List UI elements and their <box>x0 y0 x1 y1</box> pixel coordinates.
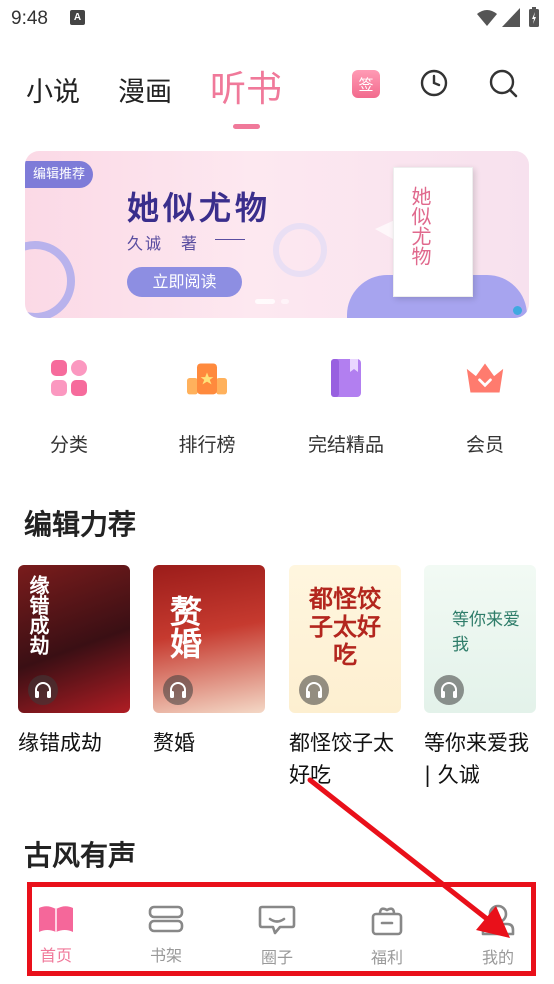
audio-badge <box>28 675 58 705</box>
book-cover-title: 都怪饺子太好吃 <box>309 584 381 669</box>
carousel-dots[interactable] <box>255 299 295 304</box>
wifi-icon <box>477 10 497 26</box>
annotation-arrow-icon <box>307 777 510 938</box>
book-title[interactable]: 赘婚 <box>153 727 265 759</box>
audio-badge <box>299 675 329 705</box>
banner-decoration <box>273 223 327 277</box>
notification-icon: A <box>70 10 85 25</box>
banner-decoration <box>25 241 75 318</box>
book-item[interactable]: 赘婚 赘婚 <box>153 565 265 759</box>
quick-link-label: 完结精品 <box>307 434 384 456</box>
category-icon <box>51 360 87 396</box>
editor-pick-badge: 编辑推荐 <box>25 161 94 188</box>
status-bar: 9:48 A <box>0 0 554 38</box>
crown-icon <box>466 363 504 393</box>
headphone-icon <box>306 682 322 698</box>
book-cover-title: 等你来爱我 <box>452 610 520 655</box>
book-title[interactable]: 缘错成劫 <box>18 727 130 759</box>
read-now-button[interactable]: 立即阅读 <box>127 267 242 297</box>
audio-badge <box>163 675 193 705</box>
quick-link-completed[interactable]: 完结精品 <box>291 358 401 457</box>
tab-audiobook[interactable]: 听书 <box>210 60 282 112</box>
banner-title: 她似尤物 <box>127 189 272 227</box>
audio-badge <box>434 675 464 705</box>
book-cover[interactable]: 缘错成劫 <box>18 565 130 713</box>
book-cover-title: 赘婚 <box>165 595 203 659</box>
section-title-recommend: 编辑力荐 <box>24 508 137 541</box>
signal-icon <box>502 8 520 27</box>
banner-author: 久诚 著 <box>127 234 200 253</box>
book-cover[interactable]: 都怪饺子太好吃 <box>289 565 401 713</box>
banner-divider <box>215 239 245 240</box>
banner-cover-title: 她似尤物 <box>408 186 432 266</box>
tab-comic[interactable]: 漫画 <box>118 70 172 109</box>
quick-link-ranking[interactable]: 排行榜 <box>152 358 262 457</box>
banner-book-cover: 她似尤物 <box>393 167 473 297</box>
book-cover[interactable]: 等你来爱我 <box>424 565 536 713</box>
featured-banner[interactable]: 编辑推荐 她似尤物 久诚 著 立即阅读 她似尤物 <box>25 151 529 318</box>
book-icon <box>331 359 361 397</box>
book-item[interactable]: 缘错成劫 缘错成劫 <box>18 565 130 759</box>
headphone-icon <box>170 682 186 698</box>
battery-icon <box>529 7 539 27</box>
book-cover[interactable]: 赘婚 <box>153 565 265 713</box>
headphone-icon <box>35 682 51 698</box>
clock-icon[interactable] <box>420 69 448 97</box>
quick-link-label: 分类 <box>49 434 88 456</box>
book-item[interactable]: 都怪饺子太好吃 都怪饺子太好吃 <box>289 565 401 791</box>
book-item[interactable]: 等你来爱我 等你来爱我 | 久诚 <box>424 565 536 791</box>
headphone-icon <box>441 682 457 698</box>
quick-link-category[interactable]: 分类 <box>14 358 124 457</box>
ranking-icon <box>187 363 227 395</box>
banner-decoration <box>513 306 522 315</box>
checkin-icon[interactable]: 签 <box>352 70 380 98</box>
section-title-classic: 古风有声 <box>24 839 137 872</box>
tab-novel[interactable]: 小说 <box>26 70 80 109</box>
checkin-label: 签 <box>358 76 374 94</box>
book-cover-title: 缘错成劫 <box>26 575 50 655</box>
status-time: 9:48 <box>11 8 48 29</box>
quick-link-label: 排行榜 <box>178 434 236 456</box>
active-tab-indicator <box>233 124 260 129</box>
quick-link-vip[interactable]: 会员 <box>430 358 540 457</box>
quick-link-label: 会员 <box>465 434 504 456</box>
search-icon[interactable] <box>489 69 519 99</box>
